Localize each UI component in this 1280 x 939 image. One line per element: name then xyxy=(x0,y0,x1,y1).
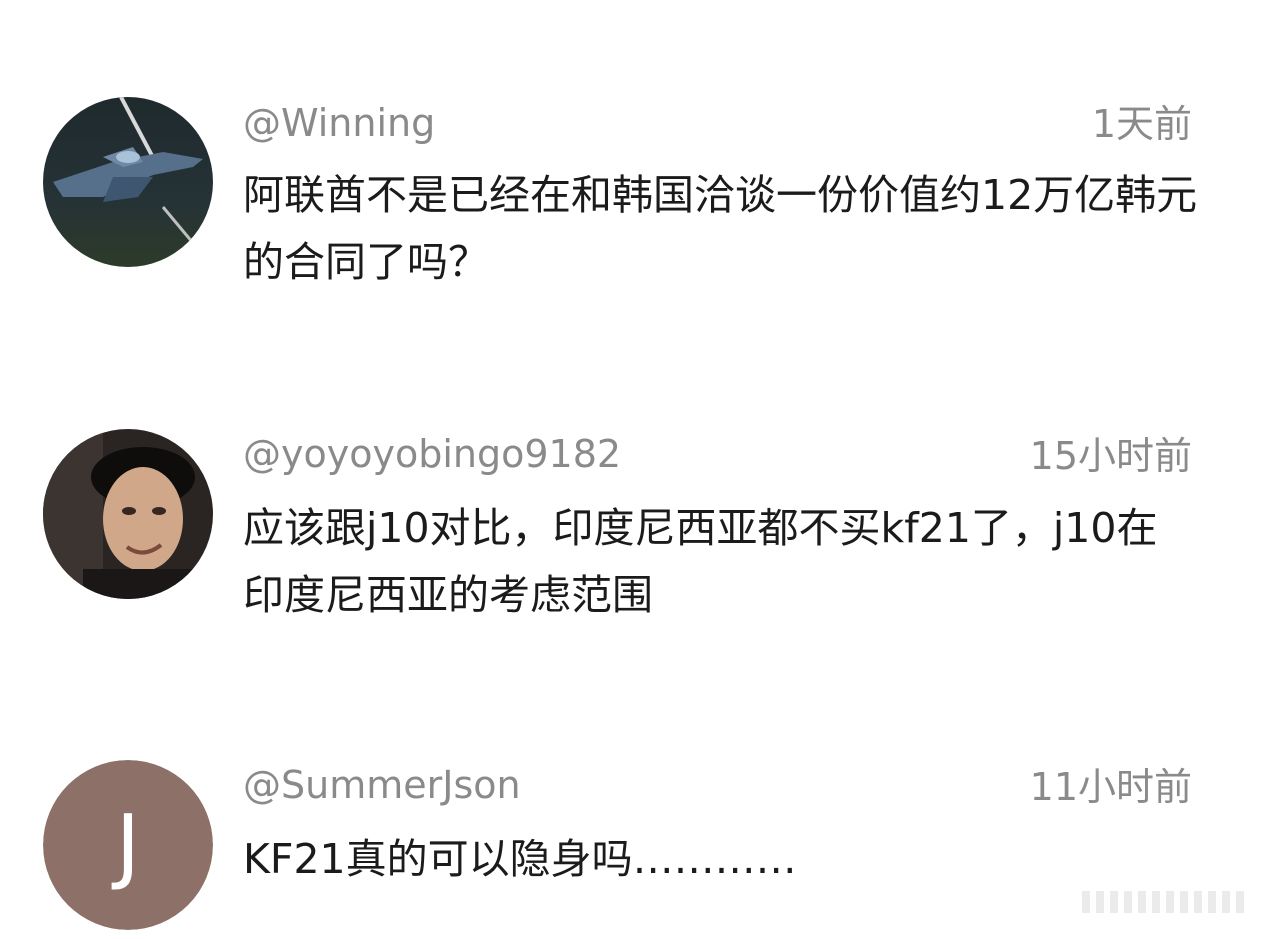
watermark xyxy=(1082,891,1262,913)
comment-item: J @SummerJson 11小时前 KF21真的可以隐身吗………… xyxy=(0,0,1280,939)
comment-text: KF21真的可以隐身吗………… xyxy=(243,835,797,883)
user-avatar[interactable]: J xyxy=(43,760,213,930)
letter-avatar: J xyxy=(43,760,213,930)
comment-timestamp: 11小时前 xyxy=(1029,765,1192,809)
comment-username[interactable]: @SummerJson xyxy=(243,762,521,808)
